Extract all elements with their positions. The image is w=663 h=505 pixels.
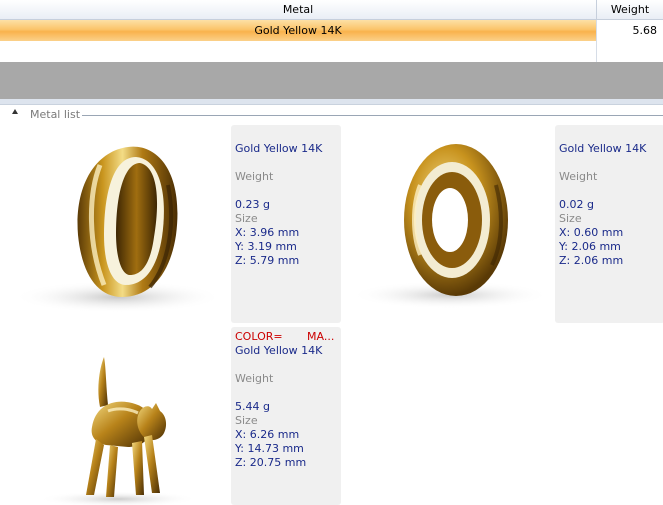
cell-metal[interactable]: Gold Yellow 14K (0, 20, 597, 41)
metal-name: Gold Yellow 14K (559, 142, 647, 155)
size-y: Y: 14.73 mm (235, 442, 304, 455)
size-z: Z: 2.06 mm (559, 254, 624, 267)
size-x: X: 3.96 mm (235, 226, 300, 239)
color-value: MA... (307, 330, 335, 343)
weight-label: Weight (559, 170, 598, 183)
section-divider (82, 115, 663, 116)
grid-row-selected[interactable]: Gold Yellow 14K 5.68 (0, 20, 663, 42)
cat-figurine-thumbnail (0, 327, 230, 505)
metal-info-card: COLOR= MA... Gold Yellow 14K Weight 5.44… (231, 327, 341, 505)
column-header-metal[interactable]: Metal (0, 0, 597, 19)
cell-metal-empty[interactable] (0, 41, 597, 62)
size-z: Z: 5.79 mm (235, 254, 300, 267)
weight-label: Weight (235, 372, 274, 385)
metal-list-title: Metal list (30, 108, 81, 121)
splitter[interactable] (0, 99, 663, 105)
collapse-triangle-icon[interactable] (12, 109, 18, 114)
metal-list-item[interactable]: Gold Yellow 14K Weight 0.23 g Size X: 3.… (0, 125, 345, 325)
size-label: Size (235, 212, 258, 225)
cell-weight[interactable]: 5.68 (597, 20, 663, 41)
round-ring-thumbnail (324, 125, 554, 325)
size-z: Z: 20.75 mm (235, 456, 307, 469)
empty-panel (0, 62, 663, 99)
size-label: Size (559, 212, 582, 225)
column-header-weight[interactable]: Weight (597, 0, 663, 19)
size-label: Size (235, 414, 258, 427)
teardrop-ring-thumbnail (0, 125, 230, 325)
weight-value: 0.02 g (559, 198, 594, 211)
weight-value: 0.23 g (235, 198, 270, 211)
weight-value: 5.44 g (235, 400, 270, 413)
weight-label: Weight (235, 170, 274, 183)
metal-list-header[interactable]: Metal list (10, 107, 663, 123)
metal-name: Gold Yellow 14K (235, 142, 323, 155)
size-y: Y: 2.06 mm (559, 240, 621, 253)
grid-row-empty[interactable] (0, 41, 663, 63)
size-x: X: 0.60 mm (559, 226, 624, 239)
size-x: X: 6.26 mm (235, 428, 300, 441)
grid-header: Metal Weight (0, 0, 663, 20)
size-y: Y: 3.19 mm (235, 240, 297, 253)
metal-list-item[interactable]: Gold Yellow 14K Weight 0.02 g Size X: 0.… (324, 125, 663, 325)
metal-grid: Metal Weight Gold Yellow 14K 5.68 (0, 0, 663, 63)
metal-name: Gold Yellow 14K (235, 344, 323, 357)
cell-weight-empty[interactable] (597, 41, 663, 62)
metal-info-card: Gold Yellow 14K Weight 0.02 g Size X: 0.… (555, 125, 663, 323)
color-label: COLOR= (235, 330, 283, 343)
color-warning: COLOR= MA... (235, 330, 339, 344)
metal-list-item[interactable]: COLOR= MA... Gold Yellow 14K Weight 5.44… (0, 327, 345, 505)
